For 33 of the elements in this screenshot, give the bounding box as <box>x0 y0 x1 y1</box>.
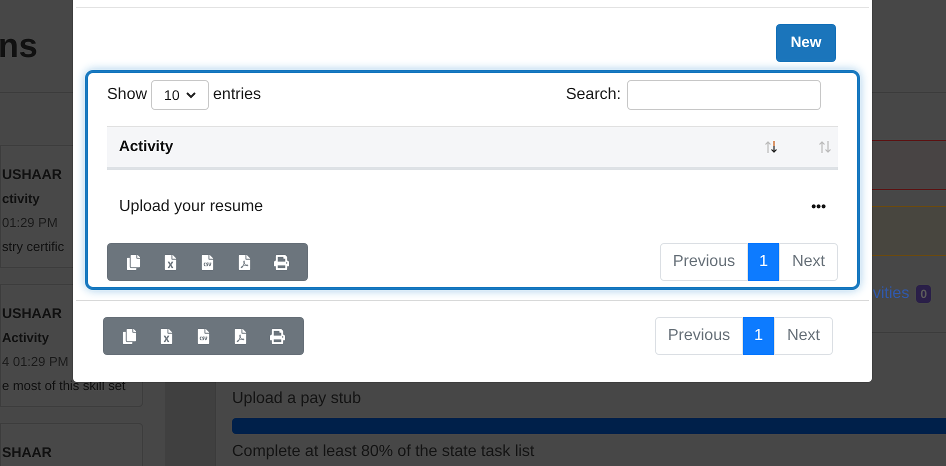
table-cell-text: Upload your resume <box>119 196 264 216</box>
csv-file-icon <box>196 328 211 344</box>
csv-file-icon <box>200 254 215 270</box>
new-button[interactable]: New <box>776 24 836 62</box>
page-length-select[interactable]: 10 <box>151 80 210 110</box>
entries-label: entries <box>213 85 262 105</box>
user-name: USHAAR <box>2 166 62 183</box>
previous-button[interactable]: Previous <box>660 243 748 281</box>
print-icon <box>270 328 285 344</box>
column-header[interactable]: Activity <box>119 136 174 158</box>
copy-icon <box>126 254 141 270</box>
show-label: Show <box>107 85 148 105</box>
print-icon <box>274 254 289 270</box>
pdf-file-icon <box>237 254 252 270</box>
next-button[interactable]: Next <box>779 243 838 281</box>
sort-icon[interactable] <box>764 140 778 154</box>
chevron-down-icon <box>186 92 196 98</box>
search-field[interactable] <box>627 80 821 110</box>
page-button[interactable]: 1 <box>743 317 774 355</box>
pdf-file-icon <box>233 328 248 344</box>
user-name: USHAAR <box>2 305 62 322</box>
activity-type: ctivity <box>2 190 40 207</box>
activity-type: Activity <box>2 329 49 346</box>
user-name: SHAAR <box>2 444 52 461</box>
page-button[interactable]: 1 <box>748 243 780 281</box>
previous-button[interactable]: Previous <box>654 317 744 355</box>
count-badge: 0 <box>916 285 931 303</box>
spreadsheet-file-icon <box>163 254 178 270</box>
search-label: Search: <box>566 85 621 105</box>
next-button[interactable]: Next <box>774 317 833 355</box>
more-actions-button[interactable]: ••• <box>811 196 826 217</box>
copy-icon <box>122 328 137 344</box>
spreadsheet-file-icon <box>159 328 174 344</box>
